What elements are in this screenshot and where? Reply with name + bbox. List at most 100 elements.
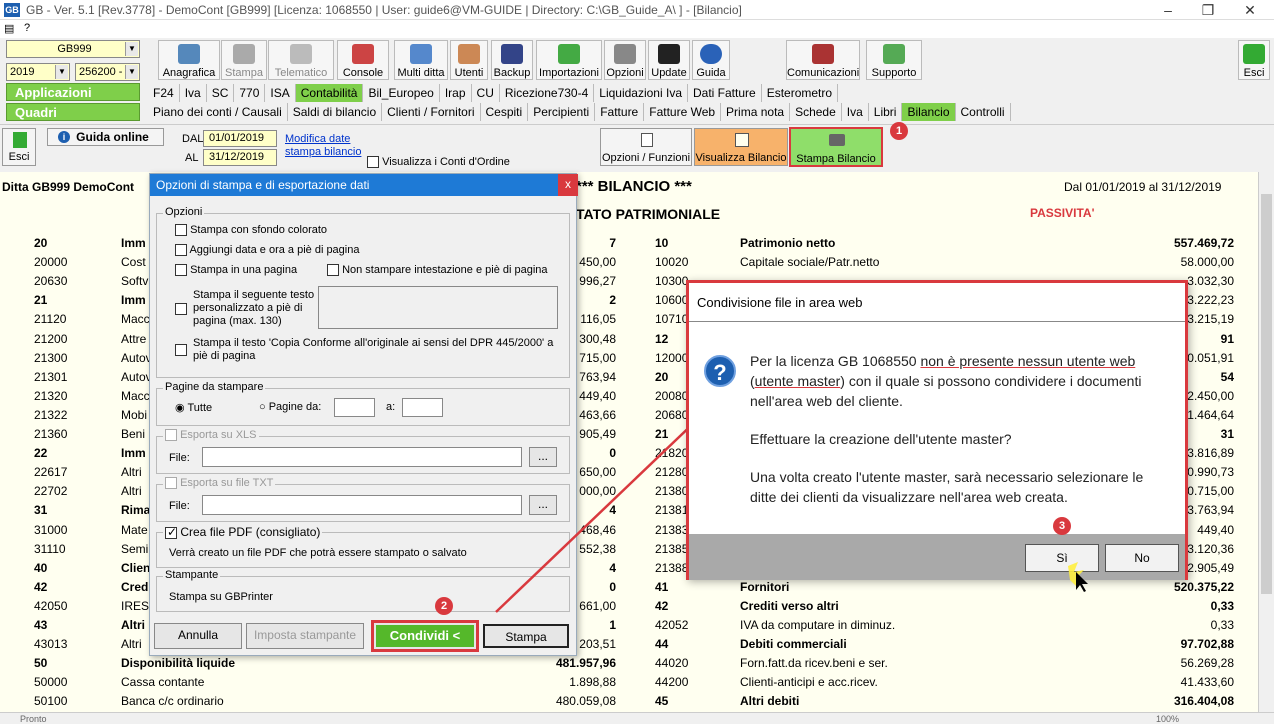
pagine-a-input[interactable] — [402, 398, 443, 417]
telematico-button[interactable]: Telematico — [268, 40, 334, 80]
opzioni-button[interactable]: Opzioni — [604, 40, 646, 80]
tab-esterometro[interactable]: Esterometro — [762, 84, 839, 102]
help-menu[interactable]: ? — [24, 22, 30, 34]
tab-bilancio[interactable]: Bilancio — [902, 103, 956, 121]
left-desc: Beni — [121, 427, 146, 441]
opzioni-funzioni-button[interactable]: Opzioni / Funzioni — [600, 128, 692, 166]
checkbox[interactable] — [165, 525, 177, 539]
copia-conforme-option[interactable]: Stampa il testo 'Copia Conforme all'orig… — [175, 337, 565, 363]
tab-cespiti[interactable]: Cespiti — [481, 103, 529, 121]
pagine-da-input[interactable] — [334, 398, 375, 417]
no-button[interactable]: No — [1105, 544, 1179, 572]
right-amount: 97.702,88 — [1180, 637, 1234, 652]
checkbox[interactable] — [175, 224, 187, 237]
tab-iva[interactable]: Iva — [180, 84, 207, 102]
checkbox[interactable] — [165, 477, 177, 490]
checkbox[interactable] — [175, 244, 187, 257]
console-button[interactable]: Console — [337, 40, 389, 80]
backup-button[interactable]: Backup — [491, 40, 533, 80]
una-pagina-option[interactable]: Stampa in una pagina — [175, 264, 297, 277]
xls-option[interactable]: Esporta su XLS — [163, 429, 259, 442]
stampa-bilancio-link[interactable]: stampa bilancio — [285, 146, 361, 158]
tab-fatture-web[interactable]: Fatture Web — [644, 103, 722, 121]
testo-personalizzato-input[interactable] — [318, 286, 558, 329]
checkbox[interactable] — [367, 156, 379, 169]
supporto-button[interactable]: Supporto — [866, 40, 922, 80]
checkbox[interactable] — [327, 264, 339, 277]
esci-toolbar-button[interactable]: Esci — [1238, 40, 1270, 80]
txt-file-input[interactable] — [202, 495, 522, 515]
tab-770[interactable]: 770 — [234, 84, 266, 102]
checkbox[interactable] — [175, 264, 187, 277]
txt-option[interactable]: Esporta su file TXT — [163, 477, 276, 490]
console-icon — [352, 44, 374, 64]
tab-f24[interactable]: F24 — [148, 84, 180, 102]
pdf-option[interactable]: Crea file PDF (consigliato) — [163, 525, 323, 539]
close-icon[interactable]: ✕ — [1232, 0, 1268, 20]
tab-sc[interactable]: SC — [207, 84, 235, 102]
visualizza-bilancio-button[interactable]: Visualizza Bilancio — [694, 128, 788, 166]
modifica-date-link[interactable]: Modifica date — [285, 133, 350, 145]
anagrafica-button[interactable]: Anagrafica — [158, 40, 220, 80]
stampa-toolbar-button[interactable]: Stampa — [221, 40, 267, 80]
applicazioni-select[interactable]: Applicazioni — [6, 83, 140, 101]
tab-contabilita[interactable]: Contabilità — [295, 84, 364, 102]
close-icon[interactable]: x — [558, 174, 578, 196]
tab-controlli[interactable]: Controlli — [956, 103, 1011, 121]
tutte-radio[interactable]: ◉ Tutte — [175, 401, 212, 414]
guida-button[interactable]: Guida — [692, 40, 730, 80]
tab-schede[interactable]: Schede — [790, 103, 842, 121]
tab-ricezione730[interactable]: Ricezione730-4 — [500, 84, 595, 102]
tab-libri[interactable]: Libri — [869, 103, 903, 121]
code-select[interactable]: 256200 - ▼ — [75, 63, 140, 81]
condivisione-message-box: Condivisione file in area web ? Per la l… — [686, 280, 1188, 580]
checkbox[interactable] — [175, 344, 187, 356]
update-button[interactable]: Update — [648, 40, 690, 80]
year-select[interactable]: 2019 ▼ — [6, 63, 70, 81]
tab-irap[interactable]: Irap — [440, 84, 472, 102]
tab-iva-quadri[interactable]: Iva — [842, 103, 869, 121]
tab-isa[interactable]: ISA — [265, 84, 296, 102]
utenti-button[interactable]: Utenti — [450, 40, 488, 80]
conti-ordine-checkbox[interactable]: Visualizza i Conti d'Ordine — [367, 156, 510, 169]
pagine-da-radio[interactable]: ○ Pagine da: — [259, 401, 321, 413]
data-ora-option[interactable]: Aggiungi data e ora a piè di pagina — [175, 244, 359, 257]
multi-ditta-button[interactable]: Multi ditta — [394, 40, 448, 80]
esci-sub-label: Esci — [8, 151, 30, 163]
tab-saldi[interactable]: Saldi di bilancio — [288, 103, 383, 121]
stampa-dialog-button[interactable]: Stampa — [483, 624, 569, 648]
restore-icon[interactable]: ❐ — [1190, 0, 1226, 20]
tab-dati-fatture[interactable]: Dati Fatture — [688, 84, 762, 102]
xls-file-input[interactable] — [202, 447, 522, 467]
dal-date-input[interactable]: 01/01/2019 — [203, 130, 277, 147]
tab-cu[interactable]: CU — [472, 84, 500, 102]
checkbox[interactable] — [165, 429, 177, 442]
esci-button[interactable]: Esci — [2, 128, 36, 166]
tab-piano-conti[interactable]: Piano dei conti / Causali — [148, 103, 288, 121]
left-code: 20000 — [34, 255, 68, 270]
tab-fatture[interactable]: Fatture — [595, 103, 645, 121]
quadri-select[interactable]: Quadri — [6, 103, 140, 121]
imposta-stampante-button[interactable]: Imposta stampante — [246, 623, 364, 649]
sfondo-option[interactable]: Stampa con sfondo colorato — [175, 224, 327, 237]
tab-prima-nota[interactable]: Prima nota — [721, 103, 791, 121]
al-date-input[interactable]: 31/12/2019 — [203, 149, 277, 166]
testo-personalizzato-option[interactable]: Stampa il seguente testo personalizzato … — [175, 289, 315, 328]
importazioni-button[interactable]: Importazioni — [536, 40, 602, 80]
stampa-bilancio-button[interactable]: Stampa Bilancio — [789, 127, 883, 167]
annulla-button[interactable]: Annulla — [154, 623, 242, 649]
condividi-button[interactable]: Condividi < — [371, 620, 479, 652]
checkbox[interactable] — [175, 303, 187, 315]
tab-percipienti[interactable]: Percipienti — [528, 103, 596, 121]
tab-clienti-fornitori[interactable]: Clienti / Fornitori — [382, 103, 481, 121]
tab-liquidazioni-iva[interactable]: Liquidazioni Iva — [594, 84, 688, 102]
guida-online-button[interactable]: i Guida online — [47, 128, 164, 146]
comunicazioni-button[interactable]: Comunicazioni — [786, 40, 860, 80]
no-intestazione-option[interactable]: Non stampare intestazione e piè di pagin… — [327, 264, 548, 277]
menu-icon[interactable]: ▤ — [4, 22, 14, 35]
opzioni-funzioni-label: Opzioni / Funzioni — [601, 152, 691, 164]
code-value: 256200 - — [79, 66, 123, 78]
tab-bil-europeo[interactable]: Bil_Europeo — [363, 84, 440, 102]
minimize-icon[interactable]: – — [1150, 0, 1186, 20]
company-select[interactable]: GB999 ▼ — [6, 40, 140, 58]
